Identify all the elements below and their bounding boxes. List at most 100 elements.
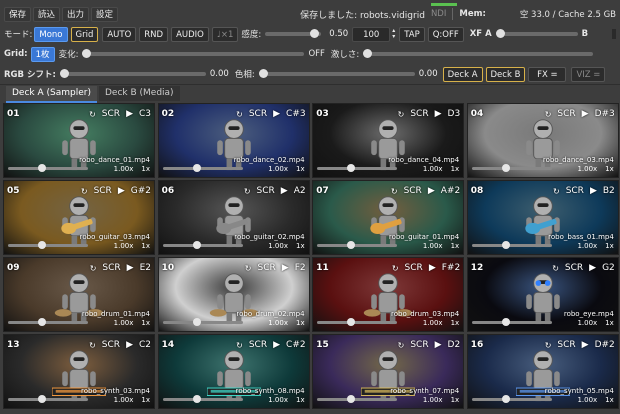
clip-speed-knob[interactable] — [347, 395, 356, 403]
clip-speed-knob[interactable] — [347, 241, 356, 249]
ndi-indicator[interactable]: NDI — [431, 9, 446, 19]
clip-speed-knob[interactable] — [501, 318, 510, 326]
tab-deck-b[interactable]: Deck B (Media) — [98, 86, 180, 101]
play-icon[interactable]: ▶ — [590, 186, 597, 196]
play-icon[interactable]: ▶ — [429, 263, 436, 273]
crossfader-knob[interactable] — [495, 29, 505, 38]
clip-cell[interactable]: 15 ↻ SCR ▶ D2 robo_synth_07.mp4 1.00x 1x — [312, 334, 465, 409]
scratch-button[interactable]: SCR — [565, 263, 583, 273]
save-button[interactable]: 保存 — [4, 6, 32, 22]
clip-speed-slider[interactable] — [162, 318, 243, 326]
scratch-button[interactable]: SCR — [94, 186, 112, 196]
quantize-button[interactable]: Q:OFF — [427, 26, 464, 42]
bpm-stepper[interactable]: ▴ ▾ — [392, 28, 395, 40]
clip-cell[interactable]: 02 ↻ SCR ▶ C#3 robo_dance_02.mp4 1.00x 1x — [157, 103, 310, 178]
scratch-button[interactable]: SCR — [102, 263, 120, 273]
clip-speed-slider[interactable] — [8, 318, 88, 326]
clip-multiplier[interactable]: 1x — [451, 242, 460, 250]
play-icon[interactable]: ▶ — [428, 186, 435, 196]
clip-cell[interactable]: 08 ↻ SCR ▶ B2 robo_bass_01.mp4 1.00x 1x — [466, 180, 619, 255]
scratch-button[interactable]: SCR — [102, 109, 120, 119]
scratch-button[interactable]: SCR — [249, 340, 267, 350]
scratch-button[interactable]: SCR — [557, 340, 575, 350]
clip-speed-slider[interactable] — [317, 241, 398, 249]
rnd-button[interactable]: RND — [139, 26, 169, 42]
play-icon[interactable]: ▶ — [281, 186, 288, 196]
clip-multiplier[interactable]: 1x — [451, 319, 460, 327]
clip-speed-slider[interactable] — [317, 318, 398, 326]
play-icon[interactable]: ▶ — [126, 340, 133, 350]
loop-icon[interactable]: ↻ — [89, 341, 96, 350]
clip-cell[interactable]: 10 ↻ SCR ▶ F2 robo_drum_02.mp4 1.00x 1x — [157, 257, 310, 332]
output-button[interactable]: 出力 — [62, 6, 90, 22]
scratch-button[interactable]: SCR — [405, 263, 423, 273]
clip-multiplier[interactable]: 1x — [296, 165, 305, 173]
mono-button[interactable]: Mono — [34, 26, 68, 42]
clip-speed-knob[interactable] — [501, 164, 510, 172]
clip-cell[interactable]: 12 ↻ SCR ▶ G2 robo_eye.mp4 1.00x 1x — [466, 257, 619, 332]
clip-multiplier[interactable]: 1x — [605, 396, 614, 404]
sense-slider[interactable] — [265, 29, 322, 38]
play-icon[interactable]: ▶ — [273, 109, 280, 119]
clip-cell[interactable]: 13 ↻ SCR ▶ C2 robo_synth_03.mp4 1.00x 1x — [3, 334, 155, 409]
fx-button[interactable]: FX = — [528, 66, 567, 82]
clip-speed-knob[interactable] — [501, 395, 510, 403]
clip-speed-knob[interactable] — [192, 241, 201, 249]
loop-icon[interactable]: ↻ — [81, 187, 88, 196]
scratch-button[interactable]: SCR — [410, 109, 428, 119]
grid-count-button[interactable]: 1枚 — [30, 46, 55, 62]
play-icon[interactable]: ▶ — [127, 263, 134, 273]
clip-multiplier[interactable]: 1x — [605, 319, 614, 327]
rgb-shift-slider[interactable] — [59, 69, 206, 78]
audio-button[interactable]: AUDIO — [171, 26, 209, 42]
clip-speed-slider[interactable] — [471, 318, 552, 326]
intensity-slider-knob[interactable] — [363, 49, 373, 58]
scratch-button[interactable]: SCR — [102, 340, 120, 350]
clip-multiplier[interactable]: 1x — [141, 396, 150, 404]
clip-speed-knob[interactable] — [501, 241, 510, 249]
clip-speed-knob[interactable] — [192, 395, 201, 403]
clip-cell[interactable]: 03 ↻ SCR ▶ D3 robo_dance_04.mp4 1.00x 1x — [312, 103, 465, 178]
play-icon[interactable]: ▶ — [435, 340, 442, 350]
clip-multiplier[interactable]: 1x — [451, 396, 460, 404]
clip-multiplier[interactable]: 1x — [451, 165, 460, 173]
clip-speed-knob[interactable] — [38, 241, 46, 249]
clip-multiplier[interactable]: 1x — [296, 396, 305, 404]
load-button[interactable]: 読込 — [33, 6, 61, 22]
loop-icon[interactable]: ↻ — [545, 110, 552, 119]
clip-multiplier[interactable]: 1x — [605, 165, 614, 173]
clip-speed-slider[interactable] — [471, 241, 552, 249]
play-icon[interactable]: ▶ — [582, 340, 589, 350]
intensity-slider[interactable] — [363, 49, 594, 58]
loop-icon[interactable]: ↻ — [89, 110, 96, 119]
loop-icon[interactable]: ↻ — [398, 341, 405, 350]
clip-multiplier[interactable]: 1x — [605, 242, 614, 250]
clip-cell[interactable]: 16 ↻ SCR ▶ D#2 robo_synth_05.mp4 1.00x 1x — [466, 334, 619, 409]
loop-icon[interactable]: ↻ — [553, 187, 560, 196]
clip-speed-slider[interactable] — [162, 164, 243, 172]
crossfader-slider[interactable] — [495, 29, 578, 38]
loop-icon[interactable]: ↻ — [244, 187, 251, 196]
clip-cell[interactable]: 05 ↻ SCR ▶ G#2 robo_guitar_03.mp4 1.00x 1x — [3, 180, 155, 255]
play-icon[interactable]: ▶ — [582, 109, 589, 119]
scratch-button[interactable]: SCR — [258, 263, 276, 273]
loop-icon[interactable]: ↻ — [236, 341, 243, 350]
clip-speed-knob[interactable] — [38, 395, 46, 403]
clip-cell[interactable]: 14 ↻ SCR ▶ C#2 robo_synth_08.mp4 1.00x 1x — [157, 334, 310, 409]
hue-slider[interactable] — [258, 69, 415, 78]
scratch-button[interactable]: SCR — [249, 109, 267, 119]
clip-multiplier[interactable]: 1x — [296, 319, 305, 327]
play-icon[interactable]: ▶ — [126, 109, 133, 119]
clip-speed-slider[interactable] — [471, 164, 552, 172]
clip-speed-knob[interactable] — [347, 164, 356, 172]
clip-speed-knob[interactable] — [192, 318, 201, 326]
loop-icon[interactable]: ↻ — [552, 264, 559, 273]
loop-icon[interactable]: ↻ — [245, 264, 252, 273]
clip-speed-knob[interactable] — [192, 164, 201, 172]
scratch-button[interactable]: SCR — [410, 340, 428, 350]
auto-button[interactable]: AUTO — [102, 26, 137, 42]
settings-button[interactable]: 設定 — [91, 6, 119, 22]
clip-cell[interactable]: 06 ↻ SCR ▶ A2 robo_guitar_02.mp4 1.00x 1x — [157, 180, 310, 255]
clip-cell[interactable]: 04 ↻ SCR ▶ D#3 robo_dance_03.mp4 1.00x 1x — [466, 103, 619, 178]
clip-speed-knob[interactable] — [38, 164, 46, 172]
